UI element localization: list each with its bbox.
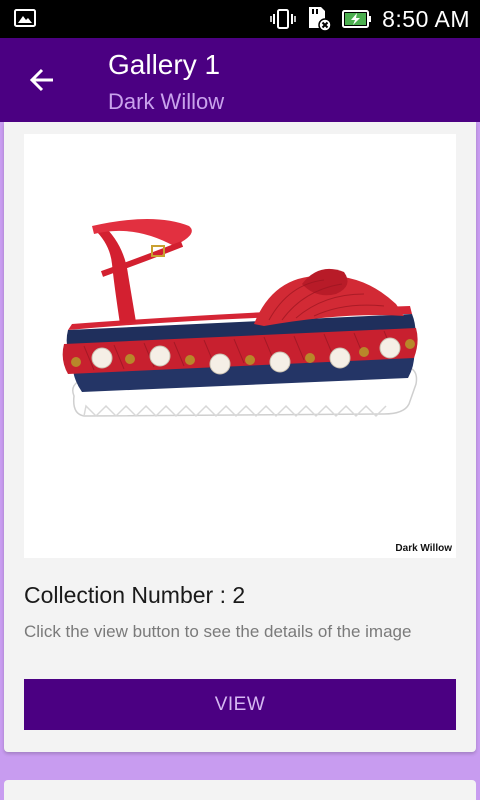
- collection-image[interactable]: Dark Willow: [24, 134, 456, 558]
- arrow-back-icon: [29, 68, 53, 92]
- gallery-list[interactable]: Dark Willow Collection Number : 2 Click …: [0, 122, 480, 800]
- collection-card: Dark Willow Collection Number : 2 Click …: [4, 122, 476, 752]
- image-notification-icon: [14, 9, 36, 27]
- image-watermark: Dark Willow: [395, 543, 452, 554]
- collection-description: Click the view button to see the details…: [24, 622, 412, 641]
- vibrate-icon: [270, 9, 296, 29]
- page-title: Gallery 1: [108, 49, 221, 80]
- sandal-image: [62, 219, 418, 418]
- status-time: 8:50 AM: [382, 5, 470, 32]
- sd-card-error-icon: [309, 7, 332, 32]
- next-collection-card[interactable]: [4, 780, 476, 800]
- view-button[interactable]: VIEW: [24, 679, 456, 730]
- app-bar: Gallery 1 Dark Willow: [0, 38, 480, 122]
- collection-title: Collection Number : 2: [24, 582, 246, 608]
- page-subtitle: Dark Willow: [108, 89, 225, 114]
- battery-charging-icon: [342, 10, 372, 28]
- status-bar: 8:50 AM: [0, 0, 480, 38]
- status-icons: 8:50 AM: [270, 0, 470, 38]
- back-button[interactable]: [20, 58, 64, 102]
